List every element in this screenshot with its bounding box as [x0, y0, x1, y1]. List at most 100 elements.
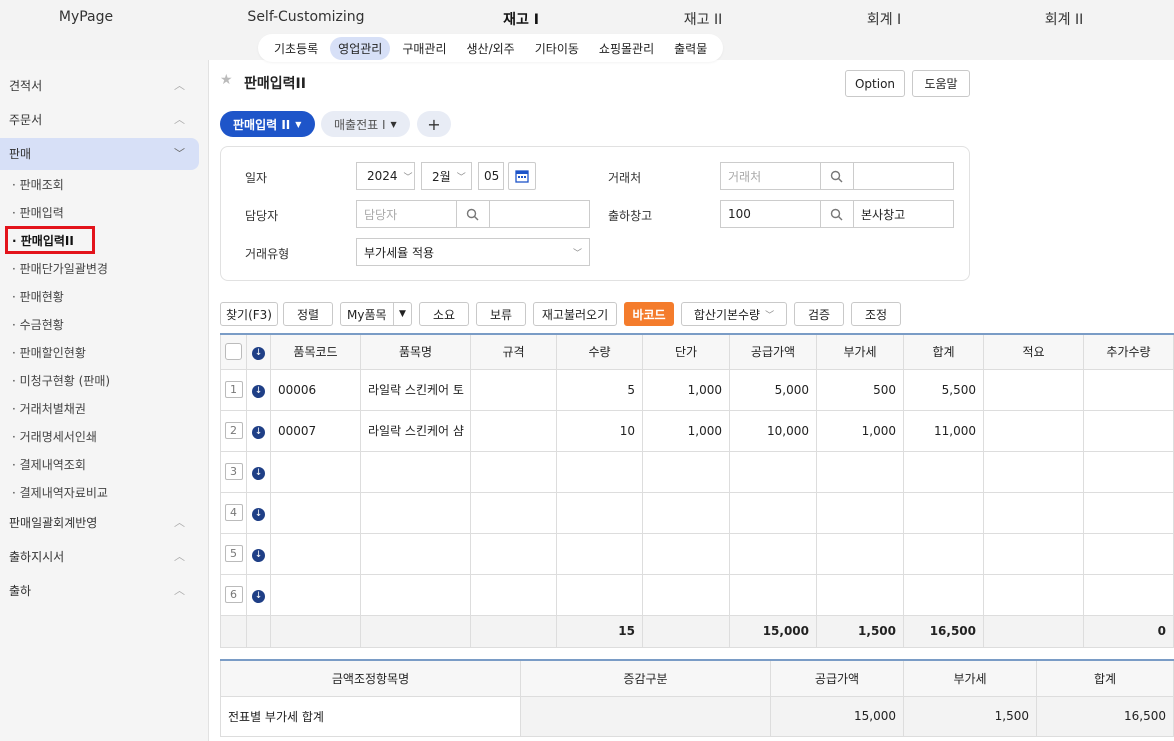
unit-price-cell[interactable] — [642, 491, 730, 534]
manager-code-input[interactable]: 담당자 — [356, 200, 457, 228]
column-header[interactable]: 적요 — [983, 333, 1084, 370]
star-icon[interactable]: ★ — [220, 72, 233, 88]
sidebar-item-payment-compare[interactable]: · 결제내역자료비교 — [12, 484, 108, 501]
spec-cell[interactable] — [470, 450, 557, 493]
spec-cell[interactable] — [470, 573, 557, 616]
subnav-purchase-management[interactable]: 구매관리 — [394, 37, 454, 60]
tab-sales-entry-2[interactable]: 판매입력 II ▼ — [220, 111, 315, 137]
total-cell[interactable] — [903, 450, 984, 493]
supply-amount-cell[interactable]: 10,000 — [729, 409, 817, 452]
spec-cell[interactable] — [470, 368, 557, 411]
vat-cell[interactable] — [816, 532, 904, 575]
item-code-cell[interactable] — [270, 450, 361, 493]
vat-cell[interactable] — [816, 573, 904, 616]
topnav-inventory-1[interactable]: 재고 I — [503, 9, 539, 29]
sidebar-item-sales-inquiry[interactable]: · 판매조회 — [12, 176, 64, 193]
supply-amount-cell[interactable] — [729, 532, 817, 575]
tab-sales-slip-1[interactable]: 매출전표 I ▼ — [321, 111, 410, 137]
transaction-type-select[interactable]: 부가세율 적용 ﹀ — [356, 238, 590, 266]
client-name-input[interactable] — [853, 162, 954, 190]
arrow-down-circle-icon[interactable]: ↓ — [252, 384, 265, 398]
subnav-sales-management[interactable]: 영업관리 — [330, 36, 391, 60]
vat-cell[interactable] — [816, 450, 904, 493]
item-name-cell[interactable] — [360, 532, 471, 575]
quantity-cell[interactable] — [556, 491, 643, 534]
sidebar-item-sales-status[interactable]: · 판매현황 — [12, 288, 64, 305]
sidebar-section-shipping-instruction[interactable]: 출하지시서 ︿ — [0, 541, 199, 573]
sidebar-section-sales[interactable]: 판매 ﹀ — [0, 138, 199, 170]
item-code-cell[interactable]: 00006 — [270, 368, 361, 411]
warehouse-code-input[interactable]: 100 — [720, 200, 821, 228]
total-cell[interactable]: 5,500 — [903, 368, 984, 411]
extra-qty-cell[interactable] — [1083, 409, 1174, 452]
memo-cell[interactable] — [983, 573, 1084, 616]
topnav-self-customizing[interactable]: Self-Customizing — [247, 9, 364, 25]
sidebar-item-statement-print[interactable]: · 거래명세서인쇄 — [12, 428, 97, 445]
sidebar-item-receivables-by-client[interactable]: · 거래처별채권 — [12, 400, 86, 417]
topnav-mypage[interactable]: MyPage — [59, 9, 113, 25]
quantity-cell[interactable]: 10 — [556, 409, 643, 452]
arrow-down-circle-icon[interactable]: ↓ — [252, 548, 265, 562]
spec-cell[interactable] — [470, 409, 557, 452]
arrow-down-circle-icon[interactable]: ↓ — [252, 589, 265, 603]
sidebar-item-unbilled-status[interactable]: · 미청구현황 (판매) — [12, 372, 110, 389]
supply-amount-cell[interactable] — [729, 573, 817, 616]
stock-load-button[interactable]: 재고불러오기 — [533, 302, 617, 326]
total-cell[interactable] — [903, 491, 984, 534]
memo-cell[interactable] — [983, 450, 1084, 493]
quantity-cell[interactable]: 5 — [556, 368, 643, 411]
subnav-printouts[interactable]: 출력물 — [666, 37, 715, 60]
verify-button[interactable]: 검증 — [794, 302, 844, 326]
memo-cell[interactable] — [983, 532, 1084, 575]
hold-button[interactable]: 보류 — [476, 302, 526, 326]
arrow-down-circle-icon[interactable]: ↓ — [252, 507, 265, 521]
quantity-cell[interactable] — [556, 450, 643, 493]
extra-qty-cell[interactable] — [1083, 491, 1174, 534]
sidebar-section-bulk-accounting[interactable]: 판매일괄회계반영 ︿ — [0, 507, 199, 539]
sidebar-item-collection-status[interactable]: · 수금현황 — [12, 316, 64, 333]
unit-price-cell[interactable]: 1,000 — [642, 409, 730, 452]
column-header[interactable]: 수량 — [556, 333, 643, 370]
day-input[interactable]: 05 — [478, 162, 504, 190]
column-header[interactable]: 부가세 — [816, 333, 904, 370]
total-cell[interactable] — [903, 573, 984, 616]
total-cell[interactable] — [903, 532, 984, 575]
subnav-basic-registration[interactable]: 기초등록 — [266, 37, 326, 60]
total-cell[interactable]: 11,000 — [903, 409, 984, 452]
column-header[interactable]: 규격 — [470, 333, 557, 370]
sidebar-item-discount-status[interactable]: · 판매할인현황 — [12, 344, 86, 361]
warehouse-name-input[interactable]: 본사창고 — [853, 200, 954, 228]
memo-cell[interactable] — [983, 409, 1084, 452]
column-header[interactable]: 품목코드 — [270, 333, 361, 370]
item-name-cell[interactable] — [360, 491, 471, 534]
sum-qty-select[interactable]: 합산기본수량 ﹀ — [681, 302, 787, 326]
month-select[interactable]: 2월 ﹀ — [421, 162, 472, 190]
sidebar-section-quotation[interactable]: 견적서 ︿ — [0, 70, 199, 102]
arrow-down-circle-icon[interactable]: ↓ — [252, 425, 265, 439]
extra-qty-cell[interactable] — [1083, 368, 1174, 411]
unit-price-cell[interactable]: 1,000 — [642, 368, 730, 411]
memo-cell[interactable] — [983, 491, 1084, 534]
spec-cell[interactable] — [470, 491, 557, 534]
unit-price-cell[interactable] — [642, 532, 730, 575]
subnav-shopping-mall[interactable]: 쇼핑몰관리 — [591, 37, 662, 60]
calendar-icon[interactable] — [508, 162, 536, 190]
subnav-other-transfer[interactable]: 기타이동 — [527, 37, 587, 60]
sidebar-item-payment-inquiry[interactable]: · 결제내역조회 — [12, 456, 86, 473]
consume-button[interactable]: 소요 — [419, 302, 469, 326]
column-header[interactable]: 합계 — [903, 333, 984, 370]
memo-cell[interactable] — [983, 368, 1084, 411]
vat-cell[interactable]: 1,000 — [816, 409, 904, 452]
supply-amount-cell[interactable]: 5,000 — [729, 368, 817, 411]
search-icon[interactable] — [820, 162, 854, 190]
unit-price-cell[interactable] — [642, 450, 730, 493]
extra-qty-cell[interactable] — [1083, 450, 1174, 493]
adjust-button[interactable]: 조정 — [851, 302, 901, 326]
sidebar-item-price-bulk-change[interactable]: · 판매단가일괄변경 — [12, 260, 108, 277]
my-item-button[interactable]: My품목 ▼ — [340, 302, 412, 326]
item-code-cell[interactable] — [270, 573, 361, 616]
quantity-cell[interactable] — [556, 573, 643, 616]
column-header[interactable]: 추가수량 — [1083, 333, 1174, 370]
supply-amount-cell[interactable] — [729, 491, 817, 534]
arrow-down-circle-icon[interactable]: ↓ — [252, 466, 265, 480]
